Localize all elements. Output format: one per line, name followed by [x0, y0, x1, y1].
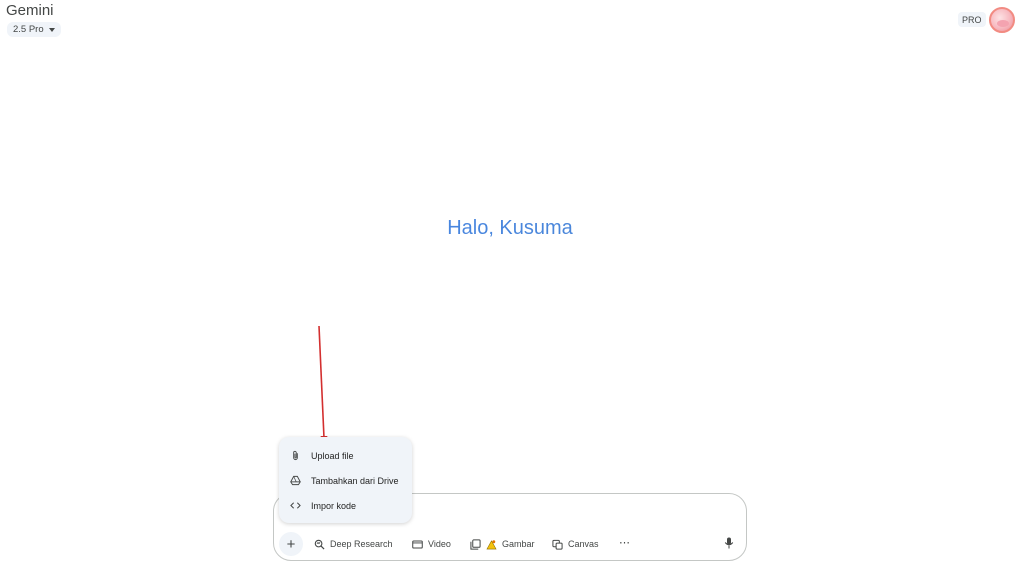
menu-item-label: Upload file	[311, 450, 354, 461]
canvas-icon	[552, 539, 563, 550]
model-label: 2.5 Pro	[13, 24, 44, 35]
avatar[interactable]	[989, 7, 1015, 33]
add-menu: Upload file Tambahkan dari Drive Impor k…	[279, 437, 412, 523]
drive-icon	[290, 475, 301, 486]
add-button[interactable]: +	[279, 532, 303, 556]
app-title: Gemini	[6, 2, 54, 19]
menu-item-import-code[interactable]: Impor kode	[279, 493, 412, 518]
tool-label: Video	[428, 539, 451, 549]
more-icon: ⋯	[619, 536, 630, 549]
plus-icon: +	[286, 535, 296, 553]
greeting: Halo, Kusuma	[0, 217, 1020, 240]
menu-item-label: Tambahkan dari Drive	[311, 475, 399, 486]
menu-item-label: Impor kode	[311, 500, 357, 511]
caret-down-icon	[48, 27, 55, 32]
model-selector[interactable]: 2.5 Pro	[7, 22, 61, 37]
menu-item-drive[interactable]: Tambahkan dari Drive	[279, 468, 412, 493]
gemini-app: Gemini 2.5 Pro PRO Halo, Kusuma + Deep R…	[0, 0, 1024, 565]
annotation-arrow	[318, 325, 328, 446]
code-icon	[290, 502, 301, 509]
menu-item-upload-file[interactable]: Upload file	[279, 443, 412, 468]
stack-icon	[470, 538, 481, 550]
tool-deep-research[interactable]: Deep Research	[314, 536, 393, 552]
tool-video[interactable]: Video	[412, 536, 451, 552]
microphone-icon[interactable]	[724, 537, 734, 549]
tool-label: Gambar	[502, 539, 535, 549]
image-icon	[486, 539, 497, 549]
composer-toolbar: + Deep Research Video Gambar Canvas ⋯	[274, 532, 746, 556]
tool-gambar[interactable]: Gambar	[470, 536, 535, 552]
tool-label: Deep Research	[330, 539, 393, 549]
pro-badge: PRO	[958, 12, 986, 27]
tool-label: Canvas	[568, 539, 599, 549]
video-icon	[412, 540, 423, 548]
paperclip-icon	[293, 450, 298, 461]
deep-research-icon	[314, 539, 325, 550]
tool-canvas[interactable]: Canvas	[552, 536, 599, 552]
more-options-button[interactable]: ⋯	[619, 534, 630, 550]
